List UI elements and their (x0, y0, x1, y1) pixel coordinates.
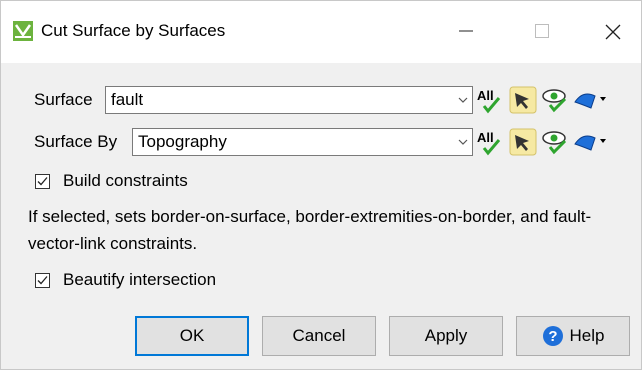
dialog-window: Cut Surface by Surfaces Surface fault Al… (0, 0, 642, 370)
beautify-intersection-checkbox[interactable] (35, 273, 50, 288)
surface-style-icon (574, 135, 606, 151)
window-title: Cut Surface by Surfaces (41, 21, 226, 40)
maximize-icon (535, 24, 549, 38)
surface-by-combo[interactable]: Topography (132, 128, 473, 156)
cancel-button[interactable]: Cancel (262, 316, 376, 356)
beautify-intersection-label: Beautify intersection (63, 270, 217, 289)
surface-by-all-text: All (477, 130, 494, 145)
help-button[interactable]: ? Help (516, 316, 630, 356)
apply-button[interactable]: Apply (389, 316, 503, 356)
all-select-icon: All (477, 88, 501, 114)
svg-text:?: ? (548, 328, 557, 345)
surface-by-combo-value: Topography (138, 132, 227, 151)
surface-by-select-all-button[interactable]: All (475, 128, 503, 156)
visibility-eye-icon (542, 89, 567, 113)
pick-arrow-icon (509, 86, 537, 114)
close-button[interactable] (589, 13, 635, 49)
surface-visibility-button[interactable] (541, 86, 569, 114)
ok-button-label: OK (179, 326, 205, 345)
close-icon (605, 24, 621, 40)
ok-button[interactable]: OK (135, 316, 249, 356)
surface-style-icon (574, 93, 606, 109)
surface-combo-value: fault (111, 90, 144, 109)
chevron-down-icon (458, 139, 468, 145)
chevron-down-icon (458, 97, 468, 103)
surface-by-label: Surface By (34, 132, 118, 151)
surface-style-button[interactable] (573, 86, 607, 114)
build-constraints-checkbox[interactable] (35, 174, 50, 189)
surface-pick-button[interactable] (509, 86, 537, 114)
build-constraints-label: Build constraints (63, 171, 188, 190)
all-select-icon: All (477, 130, 501, 156)
maximize-button[interactable] (519, 13, 565, 49)
minimize-icon (459, 30, 473, 32)
apply-button-label: Apply (424, 326, 468, 345)
surface-select-all-button[interactable]: All (475, 86, 503, 114)
surface-combo[interactable]: fault (105, 86, 473, 114)
pick-arrow-icon (509, 128, 537, 156)
surface-by-style-button[interactable] (573, 128, 607, 156)
minimize-button[interactable] (443, 13, 489, 49)
surface-all-text: All (477, 88, 494, 103)
help-button-label: Help (569, 326, 605, 345)
info-text: If selected, sets border-on-surface, bor… (28, 207, 592, 253)
cancel-button-label: Cancel (292, 326, 346, 345)
title-bar: Cut Surface by Surfaces (1, 1, 641, 63)
checkmark-icon (37, 276, 48, 285)
surface-by-visibility-button[interactable] (541, 128, 569, 156)
help-icon: ? (542, 326, 563, 346)
checkmark-icon (37, 177, 48, 186)
visibility-eye-icon (542, 131, 567, 155)
surface-label: Surface (34, 90, 93, 109)
surface-by-pick-button[interactable] (509, 128, 537, 156)
app-icon (13, 21, 33, 41)
